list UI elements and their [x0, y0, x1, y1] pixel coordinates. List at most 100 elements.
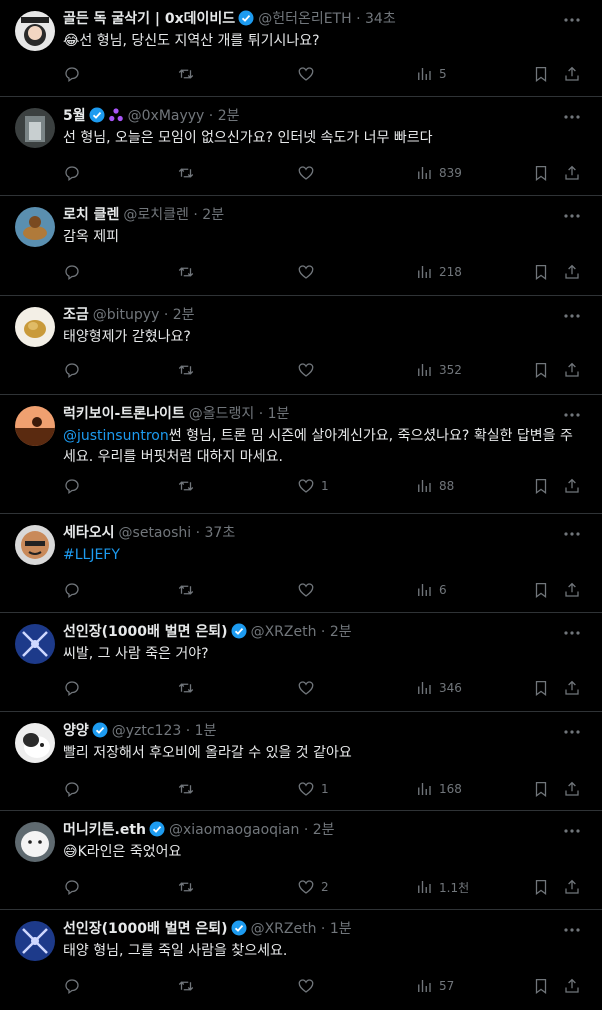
views-button[interactable]: 1.1천: [415, 877, 469, 897]
reply-post[interactable]: 선인장(1000배 벌면 은퇴) @XRZeth · 2분 씨발, 그 사람 죽은…: [0, 613, 602, 712]
retweet-button[interactable]: [177, 976, 201, 996]
share-button[interactable]: [563, 476, 581, 496]
more-options-icon[interactable]: [562, 308, 582, 322]
reply-post[interactable]: 양양 @yztc123 · 1분 빨리 저장해서 후오비에 올라갈 수 있을 것 …: [0, 712, 602, 811]
avatar[interactable]: [15, 723, 55, 763]
reply-post[interactable]: 럭키보이-트론나이트 @올드랭지 · 1분 @justinsuntron썬 형님,…: [0, 395, 602, 514]
bookmark-button[interactable]: [532, 476, 550, 496]
views-button[interactable]: 352: [415, 360, 462, 380]
views-button[interactable]: 218: [415, 262, 462, 282]
views-button[interactable]: 6: [415, 580, 447, 600]
views-button[interactable]: 346: [415, 678, 462, 698]
like-button[interactable]: [297, 678, 321, 698]
more-options-icon[interactable]: [562, 109, 582, 123]
timestamp[interactable]: 1분: [195, 723, 217, 739]
bookmark-button[interactable]: [532, 976, 550, 996]
user-handle[interactable]: @setaoshi: [119, 525, 192, 541]
share-button[interactable]: [563, 877, 581, 897]
share-button[interactable]: [563, 678, 581, 698]
share-button[interactable]: [563, 976, 581, 996]
avatar[interactable]: [15, 525, 55, 565]
user-handle[interactable]: @올드랭지: [189, 406, 255, 422]
more-options-icon[interactable]: [562, 407, 582, 421]
like-button[interactable]: [297, 163, 321, 183]
reply-button[interactable]: [63, 476, 87, 496]
retweet-button[interactable]: [177, 678, 201, 698]
bookmark-button[interactable]: [532, 580, 550, 600]
reply-post[interactable]: 골든 독 굴삭기 | 0x데이비드 @헌터온리ETH · 34초 😂선 형님, 당…: [0, 0, 602, 97]
timestamp[interactable]: 2분: [313, 822, 335, 838]
like-button[interactable]: [297, 580, 321, 600]
retweet-button[interactable]: [177, 580, 201, 600]
user-handle[interactable]: @yztc123: [112, 723, 182, 739]
reply-post[interactable]: 5월 @0xMayyy · 2분 선 형님, 오늘은 모임이 없으신가요? 인터넷…: [0, 97, 602, 196]
like-button[interactable]: [297, 64, 321, 84]
bookmark-button[interactable]: [532, 779, 550, 799]
avatar[interactable]: [15, 207, 55, 247]
user-handle[interactable]: @xiaomaogaoqian: [169, 822, 299, 838]
avatar[interactable]: [15, 921, 55, 961]
reply-post[interactable]: 세타오시 @setaoshi · 37초 #LLJEFY 6: [0, 514, 602, 613]
user-mention-link[interactable]: @justinsuntron: [63, 428, 169, 444]
like-button[interactable]: [297, 360, 321, 380]
like-button[interactable]: 1: [297, 779, 329, 799]
retweet-button[interactable]: [177, 360, 201, 380]
retweet-button[interactable]: [177, 163, 201, 183]
retweet-button[interactable]: [177, 64, 201, 84]
more-options-icon[interactable]: [562, 526, 582, 540]
share-button[interactable]: [563, 779, 581, 799]
avatar[interactable]: [15, 406, 55, 446]
avatar[interactable]: [15, 624, 55, 664]
display-name[interactable]: 선인장(1000배 벌면 은퇴): [63, 624, 228, 640]
more-options-icon[interactable]: [562, 625, 582, 639]
views-button[interactable]: 88: [415, 476, 454, 496]
reply-button[interactable]: [63, 779, 87, 799]
like-button[interactable]: [297, 976, 321, 996]
avatar[interactable]: [15, 307, 55, 347]
timestamp[interactable]: 1분: [268, 406, 290, 422]
display-name[interactable]: 조금: [63, 307, 89, 323]
timestamp[interactable]: 2분: [218, 108, 240, 124]
like-button[interactable]: [297, 262, 321, 282]
timestamp[interactable]: 2분: [202, 207, 224, 223]
like-button[interactable]: 1: [297, 476, 329, 496]
reply-button[interactable]: [63, 360, 87, 380]
like-button[interactable]: 2: [297, 877, 329, 897]
user-handle[interactable]: @XRZeth: [251, 921, 317, 937]
more-options-icon[interactable]: [562, 823, 582, 837]
more-options-icon[interactable]: [562, 12, 582, 26]
retweet-button[interactable]: [177, 476, 201, 496]
reply-post[interactable]: 로치 클렌 @로치클렌 · 2분 감옥 제피 218: [0, 196, 602, 296]
reply-post[interactable]: 조금 @bitupyy · 2분 태양형제가 갇혔나요? 352: [0, 296, 602, 395]
bookmark-button[interactable]: [532, 360, 550, 380]
reply-button[interactable]: [63, 976, 87, 996]
reply-button[interactable]: [63, 64, 87, 84]
reply-post[interactable]: 선인장(1000배 벌면 은퇴) @XRZeth · 1분 태양 형님, 그를 죽…: [0, 910, 602, 1009]
more-options-icon[interactable]: [562, 922, 582, 936]
bookmark-button[interactable]: [532, 678, 550, 698]
retweet-button[interactable]: [177, 262, 201, 282]
user-handle[interactable]: @bitupyy: [93, 307, 160, 323]
reply-button[interactable]: [63, 877, 87, 897]
reply-button[interactable]: [63, 678, 87, 698]
display-name[interactable]: 양양: [63, 723, 89, 739]
views-button[interactable]: 168: [415, 779, 462, 799]
avatar[interactable]: [15, 11, 55, 51]
views-button[interactable]: 57: [415, 976, 454, 996]
share-button[interactable]: [563, 580, 581, 600]
timestamp[interactable]: 34초: [365, 11, 396, 27]
timestamp[interactable]: 2분: [330, 624, 352, 640]
retweet-button[interactable]: [177, 877, 201, 897]
bookmark-button[interactable]: [532, 262, 550, 282]
display-name[interactable]: 럭키보이-트론나이트: [63, 406, 185, 422]
share-button[interactable]: [563, 163, 581, 183]
timestamp[interactable]: 1분: [330, 921, 352, 937]
user-handle[interactable]: @로치클렌: [123, 207, 189, 223]
more-options-icon[interactable]: [562, 724, 582, 738]
share-button[interactable]: [563, 360, 581, 380]
timestamp[interactable]: 2분: [173, 307, 195, 323]
reply-button[interactable]: [63, 262, 87, 282]
views-button[interactable]: 839: [415, 163, 462, 183]
avatar[interactable]: [15, 822, 55, 862]
views-button[interactable]: 5: [415, 64, 447, 84]
